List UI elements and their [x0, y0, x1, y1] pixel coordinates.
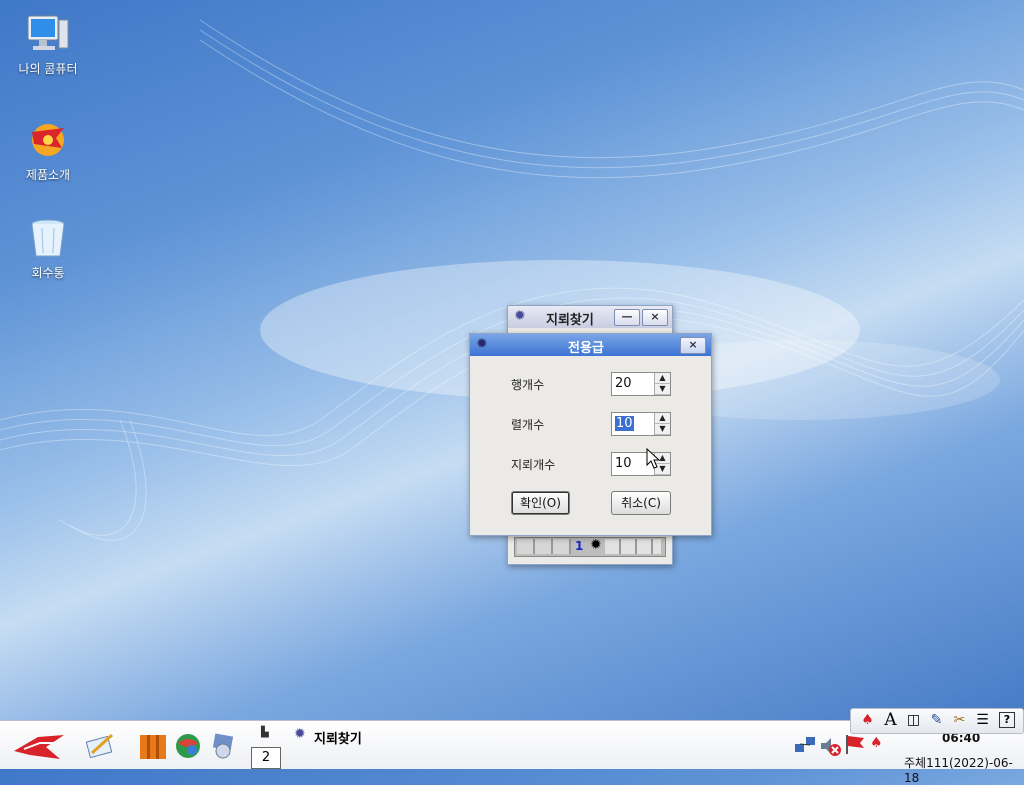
ime-logo-icon[interactable]: ♠ — [859, 712, 876, 729]
desktop-icon-my-computer[interactable]: 나의 콤퓨터 — [8, 12, 88, 77]
mine-icon: ✹ — [294, 726, 306, 742]
red-star-logo-icon — [14, 735, 64, 759]
mines-stepper[interactable]: 10 ▲ ▼ — [611, 452, 671, 476]
rows-stepper[interactable]: 20 ▲ ▼ — [611, 372, 671, 396]
workspace-indicator-icon: ▙ — [261, 727, 269, 738]
cols-value[interactable]: 10 — [615, 416, 634, 431]
clock-date[interactable]: 주체111(2022)-06-18 — [904, 754, 1024, 785]
desktop-icon-label: 나의 콤퓨터 — [18, 62, 78, 76]
dialog-titlebar[interactable]: ✹ 전용급 × — [470, 334, 711, 356]
font-icon[interactable]: A — [882, 712, 899, 729]
window-title: 지뢰찾기 — [546, 313, 594, 328]
task-item-minesweeper[interactable]: ✹ 지뢰찾기 — [292, 725, 402, 747]
mine-icon: ✹ — [514, 308, 526, 324]
desktop-icon-label: 회수통 — [31, 266, 65, 280]
desktop-icon-product-intro[interactable]: 제품소개 — [8, 118, 88, 183]
workspace-number-box[interactable]: 2 — [251, 747, 281, 769]
tools-icon[interactable]: ✂ — [951, 712, 968, 729]
desktop-icon-recycle-bin[interactable]: 회수통 — [8, 216, 88, 281]
start-menu-button[interactable] — [10, 729, 68, 763]
edit-icon[interactable]: ✎ — [928, 712, 945, 729]
rows-label: 행개수 — [511, 378, 545, 392]
workspace-switcher[interactable]: ▙ 2 — [251, 723, 281, 769]
layout-icon[interactable]: ◫ — [905, 712, 922, 729]
workspace-number: 2 — [261, 750, 271, 765]
ok-button[interactable]: 확인(O) — [511, 491, 570, 515]
task-item-label: 지뢰찾기 — [314, 732, 362, 747]
cancel-button[interactable]: 취소(C) — [611, 491, 671, 515]
close-button[interactable]: × — [680, 337, 706, 354]
network-icon[interactable] — [794, 735, 816, 757]
cols-stepper[interactable]: 10 ▲ ▼ — [611, 412, 671, 436]
mine-count-cell[interactable]: 1 — [575, 539, 583, 553]
mine-icon: ✹ — [476, 336, 488, 352]
spin-down-arrow-icon[interactable]: ▼ — [655, 384, 670, 395]
rows-value[interactable]: 20 — [615, 376, 632, 391]
volume-muted-icon[interactable] — [819, 735, 841, 757]
flag-icon[interactable] — [844, 733, 866, 755]
recycle-bin-icon — [26, 216, 70, 260]
notes-icon[interactable]: ☰ — [974, 712, 991, 729]
help-icon[interactable]: ? — [999, 712, 1015, 728]
web-browser-launcher-icon[interactable] — [175, 733, 201, 759]
minimize-button[interactable]: — — [614, 309, 640, 326]
close-button[interactable]: × — [642, 309, 668, 326]
media-player-launcher-icon[interactable] — [210, 733, 236, 759]
minesweeper-titlebar[interactable]: ✹ 지뢰찾기 — × — [508, 306, 672, 328]
spin-down-arrow-icon[interactable]: ▼ — [655, 424, 670, 435]
file-manager-launcher-icon[interactable] — [138, 731, 168, 761]
mouse-cursor-icon — [646, 448, 661, 469]
input-method-toolbar: ♠ A ◫ ✎ ✂ ☰ ? — [850, 708, 1024, 734]
mines-value[interactable]: 10 — [615, 456, 632, 471]
dialog-title: 전용급 — [568, 341, 604, 356]
text-editor-launcher-icon[interactable] — [84, 731, 116, 759]
cols-label: 렬개수 — [511, 418, 545, 432]
desktop-icon-label: 제품소개 — [25, 168, 71, 182]
input-method-icon[interactable]: ♠ — [870, 735, 888, 755]
product-intro-icon — [26, 118, 70, 162]
computer-icon — [26, 12, 70, 56]
spin-up-arrow-icon[interactable]: ▲ — [655, 373, 670, 384]
mine-board-row[interactable]: 1 ✹ — [514, 537, 666, 557]
mine-icon: ✹ — [590, 537, 602, 553]
custom-field-dialog[interactable]: ✹ 전용급 × 행개수 20 ▲ ▼ 렬개수 10 ▲ ▼ 지뢰개수 10 ▲ … — [469, 333, 712, 536]
spin-up-arrow-icon[interactable]: ▲ — [655, 413, 670, 424]
mines-label: 지뢰개수 — [511, 458, 556, 472]
